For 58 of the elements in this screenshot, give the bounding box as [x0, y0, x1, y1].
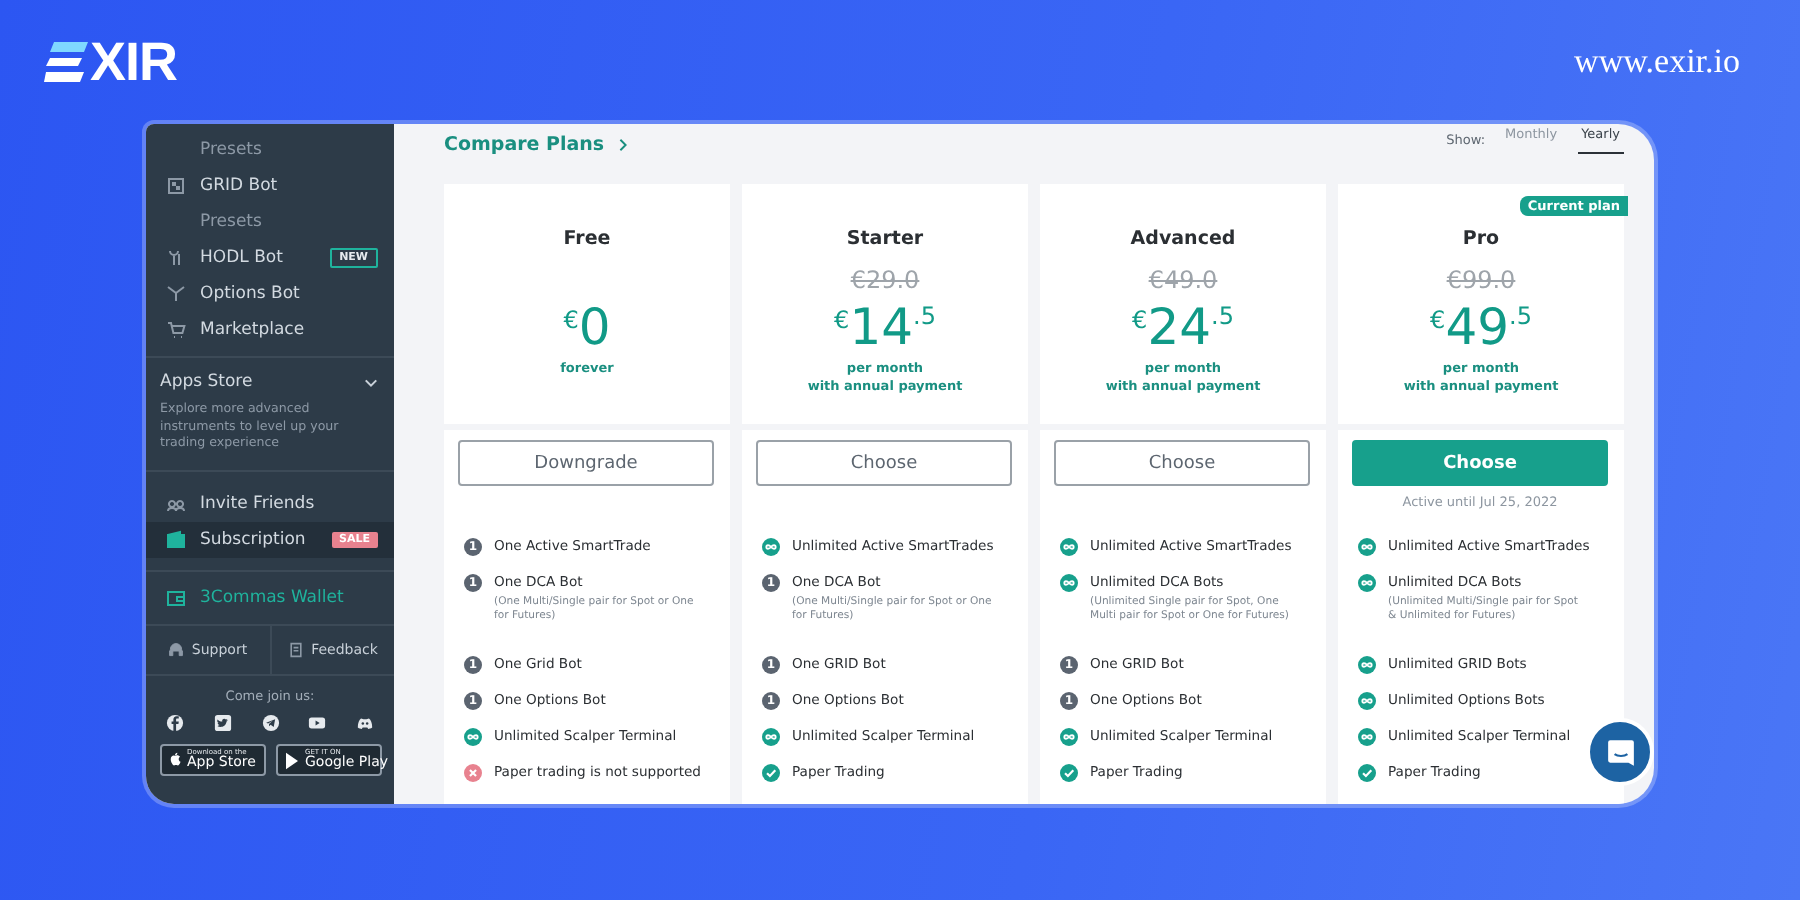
play-icon	[283, 751, 299, 769]
infinity-icon	[1358, 728, 1376, 746]
section-title[interactable]: Apps Store	[160, 372, 253, 392]
menu-item-icon	[166, 284, 186, 304]
infinity-icon	[762, 728, 780, 746]
infinity-icon	[1060, 574, 1078, 592]
menu-item-icon	[166, 176, 186, 196]
plan-name: Starter	[846, 228, 924, 250]
menu-item-icon	[166, 248, 186, 268]
social-icon[interactable]	[261, 714, 279, 732]
social-icon[interactable]	[166, 714, 184, 732]
logo-text: XIR	[90, 35, 178, 89]
submenu-item[interactable]: Presets	[200, 140, 262, 160]
submenu-item[interactable]: Presets	[200, 212, 262, 232]
wallet-icon	[166, 588, 186, 608]
old-price: €29.0	[850, 266, 920, 296]
plan-price: €0	[563, 302, 611, 352]
chevron-right-icon[interactable]	[618, 138, 629, 152]
menu-item[interactable]: Invite Friends	[146, 486, 394, 522]
infinity-icon	[1060, 538, 1078, 556]
menu-item-icon	[166, 494, 186, 514]
logo-stripes-icon	[44, 42, 88, 82]
compare-plans-link[interactable]: Compare Plans	[444, 134, 605, 156]
menu-item[interactable]: HODL Bot	[200, 248, 283, 268]
plan-button[interactable]: Choose	[756, 440, 1012, 486]
plan-name: Pro	[1462, 228, 1500, 250]
website-url: www.exir.io	[1574, 42, 1740, 82]
menu-item[interactable]: GRID Bot	[200, 176, 278, 196]
infinity-icon	[1358, 656, 1376, 674]
plan-name: Free	[563, 228, 611, 250]
old-price: €49.0	[1148, 266, 1218, 296]
apple-icon	[167, 752, 181, 768]
infinity-icon	[1060, 728, 1078, 746]
plan-button[interactable]: Choose	[1054, 440, 1310, 486]
social-icon[interactable]	[356, 714, 374, 732]
infinity-icon	[1358, 692, 1376, 710]
menu-item-icon	[166, 320, 186, 340]
infinity-icon	[1358, 574, 1376, 592]
menu-item[interactable]: Marketplace	[200, 320, 305, 340]
check-icon	[762, 764, 780, 782]
wallet-link[interactable]: 3Commas Wallet	[200, 588, 344, 608]
social-icon[interactable]	[213, 714, 232, 732]
video-play-icon[interactable]	[308, 714, 327, 732]
plan-name: Advanced	[1130, 228, 1236, 250]
old-price: €99.0	[1446, 266, 1516, 296]
check-icon	[1060, 764, 1078, 782]
plan-button[interactable]: Downgrade	[458, 440, 714, 486]
menu-item-icon	[166, 530, 186, 550]
headset-icon	[167, 642, 184, 658]
check-icon	[1358, 764, 1376, 782]
close-icon	[464, 764, 482, 782]
chat-icon	[1605, 737, 1635, 767]
document-icon	[287, 642, 304, 658]
infinity-icon	[762, 538, 780, 556]
infinity-icon	[1358, 538, 1376, 556]
menu-item[interactable]: Options Bot	[200, 284, 300, 304]
chevron-down-icon[interactable]	[364, 377, 378, 387]
infinity-icon	[464, 728, 482, 746]
